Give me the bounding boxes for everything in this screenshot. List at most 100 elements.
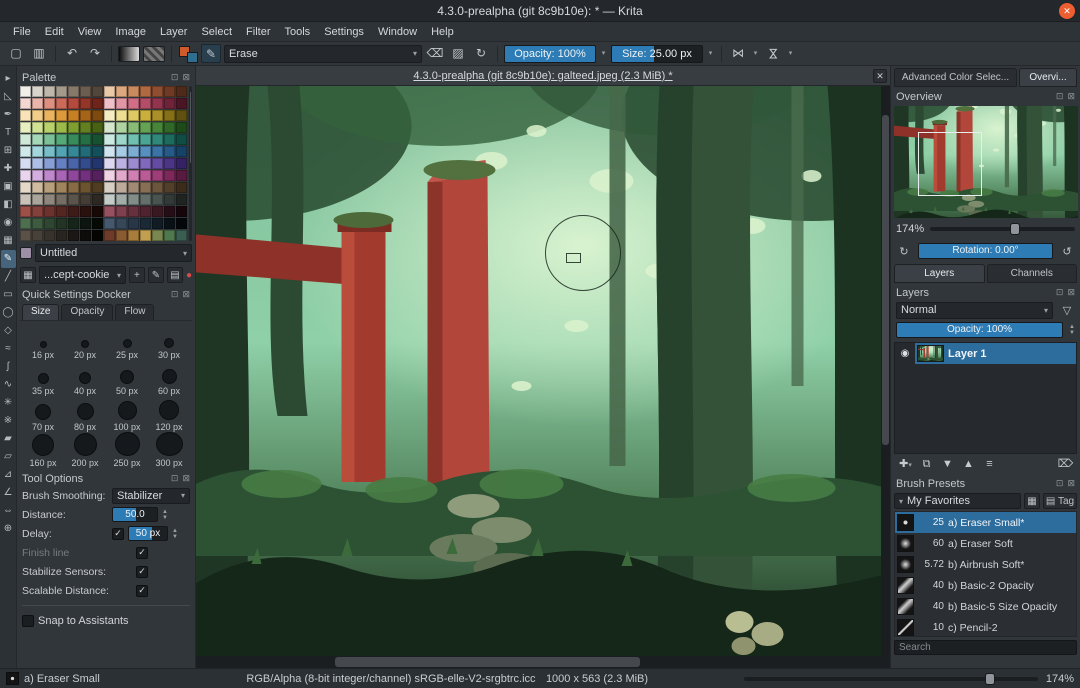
palette-swatch[interactable] bbox=[80, 170, 91, 181]
palette-swatch[interactable] bbox=[116, 230, 127, 241]
tool-pan[interactable]: ⇔ bbox=[1, 502, 16, 520]
palette-swatch[interactable] bbox=[140, 218, 151, 229]
palette-swatch[interactable] bbox=[80, 194, 91, 205]
palette-swatch[interactable] bbox=[128, 182, 139, 193]
palette-list-icon[interactable]: ▤ bbox=[166, 267, 183, 283]
palette-swatch[interactable] bbox=[140, 86, 151, 97]
tab-channels[interactable]: Channels bbox=[986, 264, 1077, 283]
palette-swatch[interactable] bbox=[164, 86, 175, 97]
palette-swatch[interactable] bbox=[140, 98, 151, 109]
brush-size-option[interactable]: 120 px bbox=[148, 396, 190, 432]
brush-preset-row[interactable]: 60 a) Eraser Soft bbox=[895, 533, 1076, 554]
menu-layer[interactable]: Layer bbox=[153, 24, 195, 40]
palette-swatch[interactable] bbox=[152, 206, 163, 217]
palette-swatch[interactable] bbox=[80, 230, 91, 241]
brush-size-option[interactable]: 100 px bbox=[106, 396, 148, 432]
size-slider[interactable]: Size: 25.00 px bbox=[611, 44, 703, 63]
palette-swatch[interactable] bbox=[32, 122, 43, 133]
palette-swatch[interactable] bbox=[164, 218, 175, 229]
palette-swatch[interactable] bbox=[176, 170, 187, 181]
finish-line-checkbox[interactable] bbox=[136, 546, 148, 559]
palette-swatch[interactable] bbox=[152, 86, 163, 97]
palette-swatch[interactable] bbox=[128, 230, 139, 241]
mirror-vertical-dropdown-icon[interactable]: ▾ bbox=[786, 45, 795, 63]
palette-name-dropdown[interactable]: Untitled ▾ bbox=[35, 244, 192, 262]
palette-swatch[interactable] bbox=[176, 182, 187, 193]
palette-swatch[interactable] bbox=[176, 122, 187, 133]
palette-swatch[interactable] bbox=[80, 218, 91, 229]
palette-swatch[interactable] bbox=[32, 170, 43, 181]
docker-float-icon[interactable]: ⊡ bbox=[1056, 478, 1064, 489]
palette-swatch[interactable] bbox=[44, 218, 55, 229]
window-close-button[interactable]: ✕ bbox=[1059, 3, 1075, 19]
menu-help[interactable]: Help bbox=[424, 24, 461, 40]
palette-swatch[interactable] bbox=[92, 230, 103, 241]
size-dropdown-icon[interactable]: ▾ bbox=[706, 45, 715, 63]
tool-text[interactable]: T bbox=[1, 124, 16, 142]
layer-filter-icon[interactable]: ▽ bbox=[1059, 304, 1075, 317]
brush-size-option[interactable]: 30 px bbox=[148, 324, 190, 360]
palette-swatch[interactable] bbox=[32, 182, 43, 193]
palette-swatch[interactable] bbox=[104, 146, 115, 157]
palette-swatch[interactable] bbox=[128, 110, 139, 121]
palette-swatch[interactable] bbox=[20, 230, 31, 241]
palette-swatch[interactable] bbox=[92, 98, 103, 109]
preserve-alpha-icon[interactable]: ▨ bbox=[448, 44, 468, 63]
palette-swatch[interactable] bbox=[92, 86, 103, 97]
palette-swatch[interactable] bbox=[32, 194, 43, 205]
palette-swatch[interactable] bbox=[56, 194, 67, 205]
palette-swatch[interactable] bbox=[56, 230, 67, 241]
menu-settings[interactable]: Settings bbox=[317, 24, 371, 40]
palette-swatch[interactable] bbox=[68, 86, 79, 97]
distance-spin-arrows[interactable]: ▲ ▼ bbox=[162, 509, 168, 521]
palette-swatch[interactable] bbox=[68, 158, 79, 169]
tool-assistants[interactable]: ⊿ bbox=[1, 466, 16, 484]
tool-shape-select[interactable]: ▸ bbox=[1, 70, 16, 88]
palette-swatch[interactable] bbox=[176, 218, 187, 229]
palette-swatch[interactable] bbox=[56, 86, 67, 97]
mirror-horizontal-dropdown-icon[interactable]: ▾ bbox=[751, 45, 760, 63]
palette-swatch[interactable] bbox=[56, 170, 67, 181]
overview-thumbnail[interactable] bbox=[893, 106, 1078, 218]
palette-swatch[interactable] bbox=[164, 122, 175, 133]
docker-float-icon[interactable]: ⊡ bbox=[171, 72, 179, 83]
palette-swatch[interactable] bbox=[68, 182, 79, 193]
opacity-slider[interactable]: Opacity: 100% bbox=[504, 44, 596, 63]
palette-swatch[interactable] bbox=[68, 98, 79, 109]
palette-swatch[interactable] bbox=[140, 182, 151, 193]
brush-size-option[interactable]: 35 px bbox=[22, 360, 64, 396]
tool-line[interactable]: ╱ bbox=[1, 268, 16, 286]
palette-swatch[interactable] bbox=[20, 122, 31, 133]
tab-overview[interactable]: Overvi... bbox=[1019, 68, 1077, 87]
docker-close-icon[interactable]: ⊠ bbox=[182, 72, 190, 83]
palette-swatch[interactable] bbox=[92, 158, 103, 169]
tab-advanced-color-selector[interactable]: Advanced Color Selec... bbox=[894, 68, 1017, 87]
gradient-chooser[interactable] bbox=[118, 45, 140, 62]
palette-swatch[interactable] bbox=[140, 170, 151, 181]
palette-swatch[interactable] bbox=[104, 86, 115, 97]
blend-mode-dropdown[interactable]: Normal ▾ bbox=[896, 301, 1053, 319]
palette-swatch[interactable] bbox=[80, 122, 91, 133]
tool-freehand-brush[interactable]: ✎ bbox=[0, 250, 16, 268]
palette-swatch[interactable] bbox=[20, 218, 31, 229]
palette-swatch[interactable] bbox=[80, 146, 91, 157]
brush-preset-row[interactable]: 40 b) Basic-5 Size Opacity bbox=[895, 596, 1076, 617]
palette-swatch[interactable] bbox=[20, 86, 31, 97]
palette-swatch[interactable] bbox=[116, 206, 127, 217]
palette-swatch[interactable] bbox=[44, 146, 55, 157]
palette-swatch[interactable] bbox=[176, 194, 187, 205]
palette-swatch[interactable] bbox=[164, 134, 175, 145]
palette-swatch[interactable] bbox=[80, 182, 91, 193]
palette-swatch[interactable] bbox=[104, 158, 115, 169]
palette-swatch[interactable] bbox=[140, 158, 151, 169]
palette-swatch[interactable] bbox=[152, 182, 163, 193]
palette-swatch[interactable] bbox=[128, 122, 139, 133]
layer-properties-button[interactable]: ≡ bbox=[980, 456, 999, 473]
palette-swatch[interactable] bbox=[68, 194, 79, 205]
palette-swatch[interactable] bbox=[128, 98, 139, 109]
palette-swatch[interactable] bbox=[152, 146, 163, 157]
tool-transform[interactable]: ⊞ bbox=[1, 142, 16, 160]
palette-swatch[interactable] bbox=[44, 158, 55, 169]
edit-palette-icon[interactable]: ✎ bbox=[147, 267, 164, 283]
palette-swatch[interactable] bbox=[164, 170, 175, 181]
